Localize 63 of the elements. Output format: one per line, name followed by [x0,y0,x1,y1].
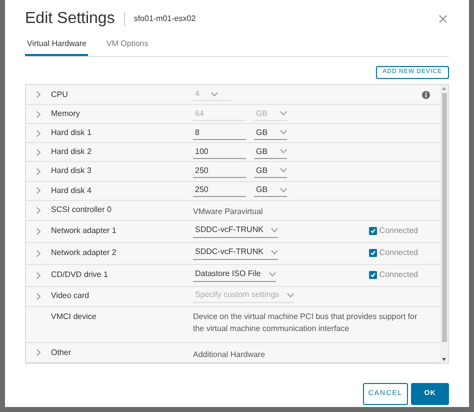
caret-icon [271,228,278,233]
checkbox-label: Connected [379,269,418,282]
caret-icon [287,292,294,298]
size-field[interactable]: 100 [193,146,246,159]
caret-icon [280,188,287,193]
device-label: Memory [51,108,80,120]
caret-icon [280,168,287,174]
expand-icon[interactable] [36,349,41,356]
device-label: Other [51,346,72,359]
value-select[interactable]: SDDC-vcF-TRUNK [193,224,278,238]
scroll-up-icon[interactable] [442,87,446,90]
value-text: Additional Hardware [193,350,266,359]
device-label: Hard disk 2 [51,146,92,158]
caret-icon [271,250,278,255]
expand-icon[interactable] [36,206,41,214]
value-select[interactable]: Datastore ISO File [193,268,276,282]
device-label: Network adapter 1 [51,225,116,238]
value-select[interactable]: SDDC-vcF-TRUNK [193,246,278,260]
caret-icon [280,111,287,116]
device-label: VMCI device [51,310,96,323]
scroll-down-icon[interactable] [442,358,446,361]
caret-icon [280,130,287,136]
close-icon[interactable] [439,15,447,23]
value-text: VMware Paravirtual [193,207,263,216]
tab[interactable]: Virtual Hardware [25,38,88,56]
expand-icon[interactable] [36,187,41,194]
checkbox-label: Connected [379,247,418,260]
device-label: CD/DVD drive 1 [51,269,108,282]
description-text: Device on the virtual machine PCI bus that provides support for the virtual machine communication interface [193,310,418,335]
caret-icon [280,149,287,154]
expand-icon[interactable] [36,168,41,175]
size-field[interactable]: 250 [193,164,246,178]
checkbox[interactable] [369,249,378,258]
expand-icon[interactable] [36,91,41,98]
checkbox-label: Connected [379,225,418,238]
unit-select[interactable]: GB [254,126,287,140]
expand-icon[interactable] [36,250,41,257]
device-label: Hard disk 4 [51,184,92,197]
expand-icon[interactable] [36,272,41,279]
device-label: SCSI controller 0 [51,204,112,216]
dialog-title: Edit Settings [25,9,115,29]
vm-name: sfo01-m01-esx02 [134,13,196,25]
unit-select[interactable]: GB [254,164,287,178]
scrollbar[interactable] [440,85,448,363]
device-label: Hard disk 3 [51,165,92,178]
tab[interactable]: VM Options [104,38,150,56]
device-label: Hard disk 1 [51,127,92,140]
size-field[interactable]: 250 [193,184,246,198]
expand-icon[interactable] [36,110,41,118]
caret-icon [211,92,218,97]
unit-select[interactable]: GB [254,184,287,198]
expand-icon[interactable] [36,292,41,300]
checkbox[interactable] [369,271,378,280]
size-field[interactable]: 8 [193,126,246,140]
expand-icon[interactable] [36,148,41,156]
device-label: Video card [51,290,90,302]
checkbox[interactable] [369,227,378,236]
device-label: CPU [51,88,68,101]
device-label: Network adapter 2 [51,247,116,260]
expand-icon[interactable] [36,228,41,235]
caret-icon [268,272,276,277]
expand-icon[interactable] [36,130,41,137]
unit-select[interactable]: GB [254,146,287,159]
